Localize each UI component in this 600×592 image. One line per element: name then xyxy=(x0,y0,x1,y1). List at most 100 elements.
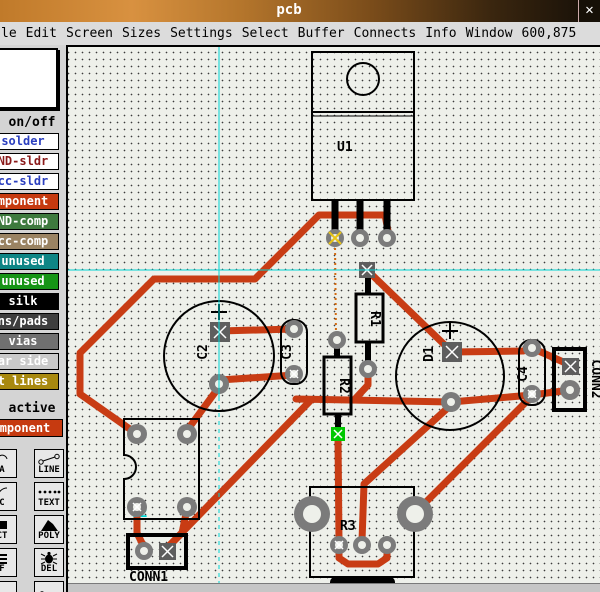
pin-pad xyxy=(285,365,303,383)
del-tool-button[interactable]: DEL xyxy=(34,548,64,577)
refdes-d1: D1 xyxy=(422,346,437,362)
poly-icon xyxy=(37,518,61,531)
refdes-r2: R2 xyxy=(336,378,351,394)
layer-button-cc-sldr-2[interactable]: cc-sldr xyxy=(0,173,59,190)
rot-tool-button[interactable] xyxy=(0,581,17,592)
pin-pad xyxy=(378,536,396,554)
layer-button-ns-pads-9[interactable]: ns/pads xyxy=(0,313,59,330)
line-icon xyxy=(37,452,61,465)
via-tool-button[interactable]: A xyxy=(0,449,17,478)
text-tool-button[interactable]: TEXT xyxy=(34,482,64,511)
refdes-r3: R3 xyxy=(340,519,356,534)
menu-item-edit[interactable]: Edit xyxy=(26,26,57,41)
coordinate-display: 600,875 xyxy=(522,26,577,41)
menu-item-screen[interactable]: Screen xyxy=(66,26,113,41)
buf-tool-label: F xyxy=(0,564,5,574)
layer-button-cc-comp-5[interactable]: cc-comp xyxy=(0,233,59,250)
arc-tool-button[interactable]: C xyxy=(0,482,17,511)
pin-pad xyxy=(177,497,197,517)
pin-pad xyxy=(330,536,348,554)
layer-button-mponent-3[interactable]: mponent xyxy=(0,193,59,210)
pin-pad xyxy=(560,380,580,400)
menu-item-window[interactable]: Window xyxy=(466,26,513,41)
pin-pad xyxy=(441,392,461,412)
text-tool-label: TEXT xyxy=(38,498,60,508)
tool-palette: A LINE C TEXT CT POLY F DEL xyxy=(0,449,66,592)
buf-tool-button[interactable]: F xyxy=(0,548,17,577)
layer-button-ar-side-11[interactable]: ar side xyxy=(0,353,59,370)
line-tool-label: LINE xyxy=(38,465,60,475)
layer-button-solder-0[interactable]: solder xyxy=(0,133,59,150)
pin-pad xyxy=(359,360,377,378)
rect-tool-label: CT xyxy=(0,531,7,541)
text-icon xyxy=(37,485,61,498)
refdes-c2: C2 xyxy=(196,344,211,360)
square-pad xyxy=(562,358,579,375)
rect-icon xyxy=(0,518,9,531)
mounting-hole xyxy=(347,63,379,95)
layer-button-unused-6[interactable]: unused xyxy=(0,253,59,270)
menu-item-info[interactable]: Info xyxy=(425,26,456,41)
pcb-canvas[interactable]: U1 R1 R2 C3 xyxy=(66,45,600,592)
layer-button-list: solder ND-sldr cc-sldr mponent ND-comp cc-com… xyxy=(0,133,66,393)
pin-pad xyxy=(135,542,153,560)
square-pad xyxy=(442,342,462,362)
pin-pad xyxy=(127,497,147,517)
menu-item-buffer[interactable]: Buffer xyxy=(298,26,345,41)
del-tool-label: DEL xyxy=(41,564,57,574)
window-title: pcb xyxy=(0,2,578,18)
selected-pad xyxy=(331,427,345,441)
poly-tool-label: POLY xyxy=(38,531,60,541)
component-r2[interactable]: R2 xyxy=(324,343,351,430)
component-u1[interactable]: U1 xyxy=(312,52,414,236)
horizontal-scrollbar[interactable] xyxy=(68,583,600,592)
layout-preview[interactable] xyxy=(0,48,58,109)
crosshair xyxy=(68,47,600,586)
active-layer-button[interactable]: mponent xyxy=(0,419,63,437)
square-pad xyxy=(159,543,176,560)
menu-item-le[interactable]: le xyxy=(1,26,17,41)
menu-item-select[interactable]: Select xyxy=(242,26,289,41)
square-pad xyxy=(210,322,230,342)
pin-pad xyxy=(353,536,371,554)
close-button[interactable]: ✕ xyxy=(578,0,600,22)
via-tool-label: A xyxy=(0,465,5,475)
pcb-window: pcb ✕ le Edit Screen Sizes Settings Select Buf… xyxy=(0,0,600,592)
layer-button-t-lines-12[interactable]: t lines xyxy=(0,373,59,390)
del-icon xyxy=(39,551,59,564)
layer-button-unused-7[interactable]: unused xyxy=(0,273,59,290)
onoff-label: on/off xyxy=(0,115,64,130)
close-icon: ✕ xyxy=(585,2,593,18)
refdes-u1: U1 xyxy=(337,140,353,155)
pin-pad xyxy=(177,424,197,444)
pin-pad xyxy=(523,339,541,357)
line-tool-button[interactable]: LINE xyxy=(34,449,64,478)
menubar: le Edit Screen Sizes Settings Select Buffer Con… xyxy=(0,22,600,45)
pin-pad xyxy=(328,331,346,349)
layer-button-nd-comp-4[interactable]: ND-comp xyxy=(0,213,59,230)
component-d1[interactable]: D1 xyxy=(396,322,504,430)
poly-tool-button[interactable]: POLY xyxy=(34,515,64,544)
refdes-c3: C3 xyxy=(280,344,295,360)
menu-item-sizes[interactable]: Sizes xyxy=(122,26,161,41)
refdes-r1: R1 xyxy=(367,311,382,327)
pin-pad xyxy=(523,385,541,403)
via-icon xyxy=(0,452,9,465)
rect-tool-button[interactable]: CT xyxy=(0,515,17,544)
rat-line xyxy=(335,243,336,337)
pin-pad xyxy=(127,424,147,444)
layer-button-vias-10[interactable]: vias xyxy=(0,333,59,350)
pin-pad xyxy=(326,229,344,247)
refdes-conn2: CONN2 xyxy=(588,359,600,398)
pin-pad xyxy=(285,320,303,338)
titlebar[interactable]: pcb ✕ xyxy=(0,0,600,23)
layer-button-silk-8[interactable]: silk xyxy=(0,293,59,310)
layer-button-nd-sldr-1[interactable]: ND-sldr xyxy=(0,153,59,170)
active-label: active xyxy=(0,401,64,416)
pin-pad xyxy=(351,229,369,247)
menu-item-connects[interactable]: Connects xyxy=(354,26,417,41)
thermal-tool-button[interactable] xyxy=(34,581,64,592)
menu-item-settings[interactable]: Settings xyxy=(170,26,233,41)
arc-tool-label: C xyxy=(0,498,5,508)
pcb-drawing: U1 R1 R2 C3 xyxy=(68,47,600,586)
